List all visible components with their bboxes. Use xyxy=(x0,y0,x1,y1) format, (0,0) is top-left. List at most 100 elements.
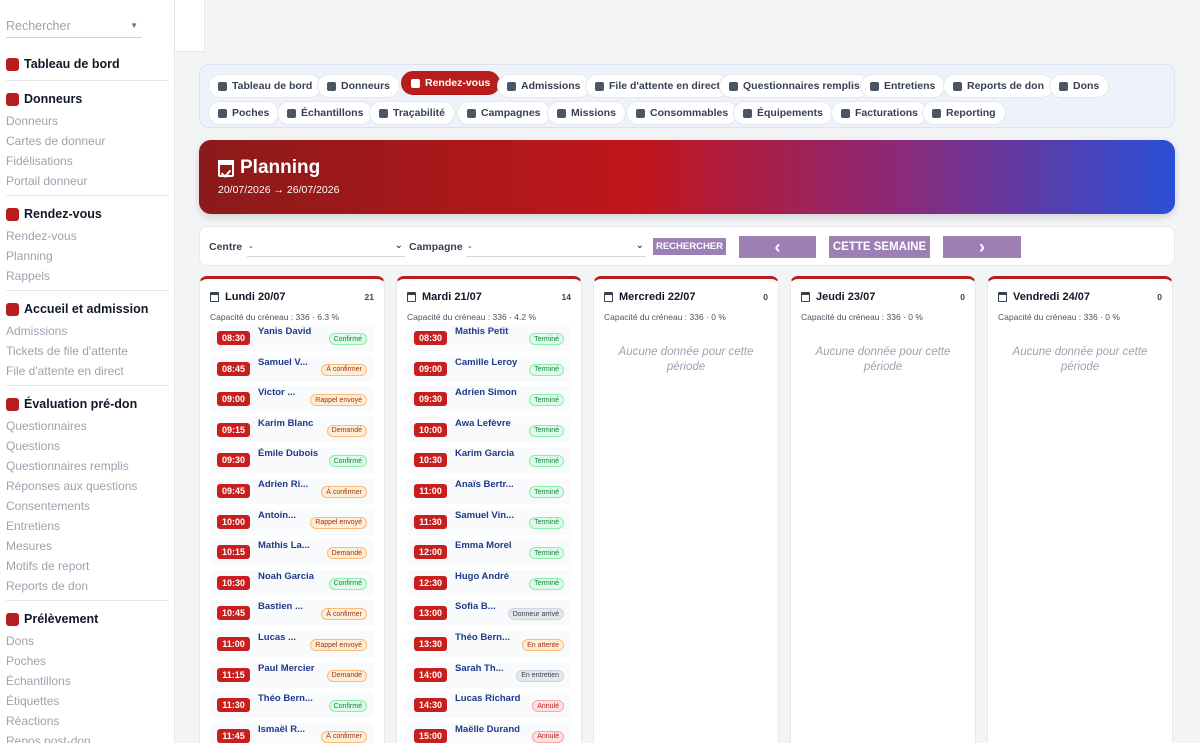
donor-name[interactable]: Samuel V... xyxy=(258,357,316,371)
appointment-slot[interactable]: 09:00 Camille Leroy Terminé xyxy=(407,355,571,382)
appointment-slot[interactable]: 14:00 Sarah Th... En entretien xyxy=(407,661,571,688)
sidebar-item[interactable]: Échantillons xyxy=(0,671,174,691)
donor-name[interactable]: Émile Dubois xyxy=(258,448,320,462)
sidebar-item[interactable]: Réponses aux questions xyxy=(0,476,174,496)
donor-name[interactable]: Lucas ... xyxy=(258,632,316,646)
appointment-slot[interactable]: 09:15 Karim Blanc Demandé xyxy=(210,416,374,443)
tab-0[interactable]: Tableau de bord xyxy=(208,74,323,98)
donor-name[interactable]: Adrien Simon xyxy=(455,387,527,401)
appointment-slot[interactable]: 15:00 Maëlle Durand Annulé xyxy=(407,722,571,743)
tab-8[interactable]: Dons xyxy=(1049,74,1110,98)
sidebar-item[interactable]: File d'attente en direct xyxy=(0,361,174,381)
sidebar-section-4[interactable]: Évaluation pré-don xyxy=(0,392,174,416)
donor-name[interactable]: Yanis David xyxy=(258,326,320,340)
donor-name[interactable]: Noah Garcia xyxy=(258,571,320,585)
donor-name[interactable]: Ismaël R... xyxy=(258,724,316,738)
tab-7[interactable]: Reports de don xyxy=(943,74,1055,98)
appointment-slot[interactable]: 11:45 Ismaël R... À confirmer xyxy=(210,722,374,743)
sidebar-item[interactable]: Questionnaires xyxy=(0,416,174,436)
sidebar-item[interactable]: Poches xyxy=(0,651,174,671)
appointment-slot[interactable]: 10:30 Noah Garcia Confirmé xyxy=(210,569,374,596)
donor-name[interactable]: Théo Bern... xyxy=(258,693,316,707)
donor-name[interactable]: Camille Leroy xyxy=(455,357,527,371)
centre-select[interactable]: - ⌄ xyxy=(247,237,405,257)
sidebar-item[interactable]: Mesures xyxy=(0,536,174,556)
tab-9[interactable]: Poches xyxy=(208,101,280,125)
sidebar-item[interactable]: Donneurs xyxy=(0,111,174,131)
appointment-slot[interactable]: 13:30 Théo Bern... En attente xyxy=(407,631,571,657)
sidebar-item[interactable]: Dons xyxy=(0,631,174,651)
appointment-slot[interactable]: 14:30 Lucas Richard Annulé xyxy=(407,692,571,719)
sidebar-item[interactable]: Portail donneur xyxy=(0,171,174,191)
sidebar-section-2[interactable]: Rendez-vous xyxy=(0,202,174,226)
donor-name[interactable]: Antoin... xyxy=(258,510,316,524)
donor-name[interactable]: Bastien ... xyxy=(258,601,316,615)
sidebar-item[interactable]: Planning xyxy=(0,246,174,266)
donor-name[interactable]: Victor ... xyxy=(258,387,316,401)
appointment-slot[interactable]: 11:30 Samuel Vin... Terminé xyxy=(407,508,571,535)
appointment-slot[interactable]: 10:45 Bastien ... À confirmer xyxy=(210,600,374,627)
sidebar-item[interactable]: Questions xyxy=(0,436,174,456)
sidebar-item[interactable]: Motifs de report xyxy=(0,556,174,576)
donor-name[interactable]: Théo Bern... xyxy=(455,632,527,646)
appointment-slot[interactable]: 11:00 Anaïs Bertr... Terminé xyxy=(407,478,571,504)
sidebar-section-5[interactable]: Prélèvement xyxy=(0,607,174,631)
donor-name[interactable]: Mathis La... xyxy=(258,540,316,554)
tab-12[interactable]: Campagnes xyxy=(457,101,551,125)
tab-17[interactable]: Reporting xyxy=(922,101,1006,125)
donor-name[interactable]: Maëlle Durand xyxy=(455,724,527,738)
sidebar-item[interactable]: Rendez-vous xyxy=(0,226,174,246)
appointment-slot[interactable]: 09:00 Victor ... Rappel envoyé xyxy=(210,386,374,413)
appointment-slot[interactable]: 10:15 Mathis La... Demandé xyxy=(210,539,374,566)
donor-name[interactable]: Karim Garcia xyxy=(455,448,527,462)
campagne-select[interactable]: - ⌄ xyxy=(466,237,646,257)
sidebar-item[interactable]: Questionnaires remplis xyxy=(0,456,174,476)
tab-16[interactable]: Facturations xyxy=(831,101,929,125)
appointment-slot[interactable]: 11:00 Lucas ... Rappel envoyé xyxy=(210,631,374,657)
appointment-slot[interactable]: 10:30 Karim Garcia Terminé xyxy=(407,447,571,474)
tab-6[interactable]: Entretiens xyxy=(860,74,946,98)
tab-5[interactable]: Questionnaires remplis xyxy=(719,74,870,98)
tab-15[interactable]: Équipements xyxy=(733,101,833,125)
donor-name[interactable]: Hugo André xyxy=(455,571,527,585)
appointment-slot[interactable]: 11:15 Paul Mercier Demandé xyxy=(210,661,374,688)
sidebar-item[interactable]: Entretiens xyxy=(0,516,174,536)
donor-name[interactable]: Lucas Richard xyxy=(455,693,527,707)
sidebar-item[interactable]: Cartes de donneur xyxy=(0,131,174,151)
tab-3[interactable]: Admissions xyxy=(497,74,591,98)
search-button[interactable]: RECHERCHER xyxy=(653,238,726,255)
appointment-slot[interactable]: 12:30 Hugo André Terminé xyxy=(407,569,571,596)
tab-14[interactable]: Consommables xyxy=(626,101,739,125)
donor-name[interactable]: Emma Morel xyxy=(455,540,527,554)
sidebar-section-1[interactable]: Donneurs xyxy=(0,87,174,111)
appointment-slot[interactable]: 13:00 Sofia B... Donneur arrivé xyxy=(407,600,571,627)
appointment-slot[interactable]: 09:30 Émile Dubois Confirmé xyxy=(210,447,374,474)
donor-name[interactable]: Paul Mercier xyxy=(258,663,320,677)
appointment-slot[interactable]: 12:00 Emma Morel Terminé xyxy=(407,539,571,566)
this-week-button[interactable]: CETTE SEMAINE xyxy=(829,236,930,258)
sidebar-item[interactable]: Reports de don xyxy=(0,576,174,596)
appointment-slot[interactable]: 09:45 Adrien Ri... À confirmer xyxy=(210,478,374,504)
appointment-slot[interactable]: 10:00 Antoin... Rappel envoyé xyxy=(210,508,374,535)
sidebar-item[interactable]: Admissions xyxy=(0,321,174,341)
sidebar-item[interactable]: Réactions xyxy=(0,711,174,731)
appointment-slot[interactable]: 10:00 Awa Lefèvre Terminé xyxy=(407,416,571,443)
tab-4[interactable]: File d'attente en direct xyxy=(585,74,731,98)
tab-10[interactable]: Échantillons xyxy=(277,101,374,125)
tab-11[interactable]: Traçabilité xyxy=(369,101,455,125)
chevron-down-icon[interactable]: ▼ xyxy=(130,21,138,30)
donor-name[interactable]: Awa Lefèvre xyxy=(455,418,527,432)
donor-name[interactable]: Mathis Petit xyxy=(455,326,527,340)
donor-name[interactable]: Karim Blanc xyxy=(258,418,320,432)
donor-name[interactable]: Anaïs Bertr... xyxy=(455,479,527,493)
appointment-slot[interactable]: 08:30 Mathis Petit Terminé xyxy=(407,325,571,351)
appointment-slot[interactable]: 08:30 Yanis David Confirmé xyxy=(210,325,374,351)
sidebar-item[interactable]: Tickets de file d'attente xyxy=(0,341,174,361)
donor-name[interactable]: Samuel Vin... xyxy=(455,510,527,524)
sidebar-section-3[interactable]: Accueil et admission xyxy=(0,297,174,321)
sidebar-item[interactable]: Fidélisations xyxy=(0,151,174,171)
tab-2[interactable]: Rendez-vous xyxy=(401,71,501,95)
sidebar-item[interactable]: Rappels xyxy=(0,266,174,286)
sidebar-item[interactable]: Consentements xyxy=(0,496,174,516)
tab-13[interactable]: Missions xyxy=(547,101,626,125)
